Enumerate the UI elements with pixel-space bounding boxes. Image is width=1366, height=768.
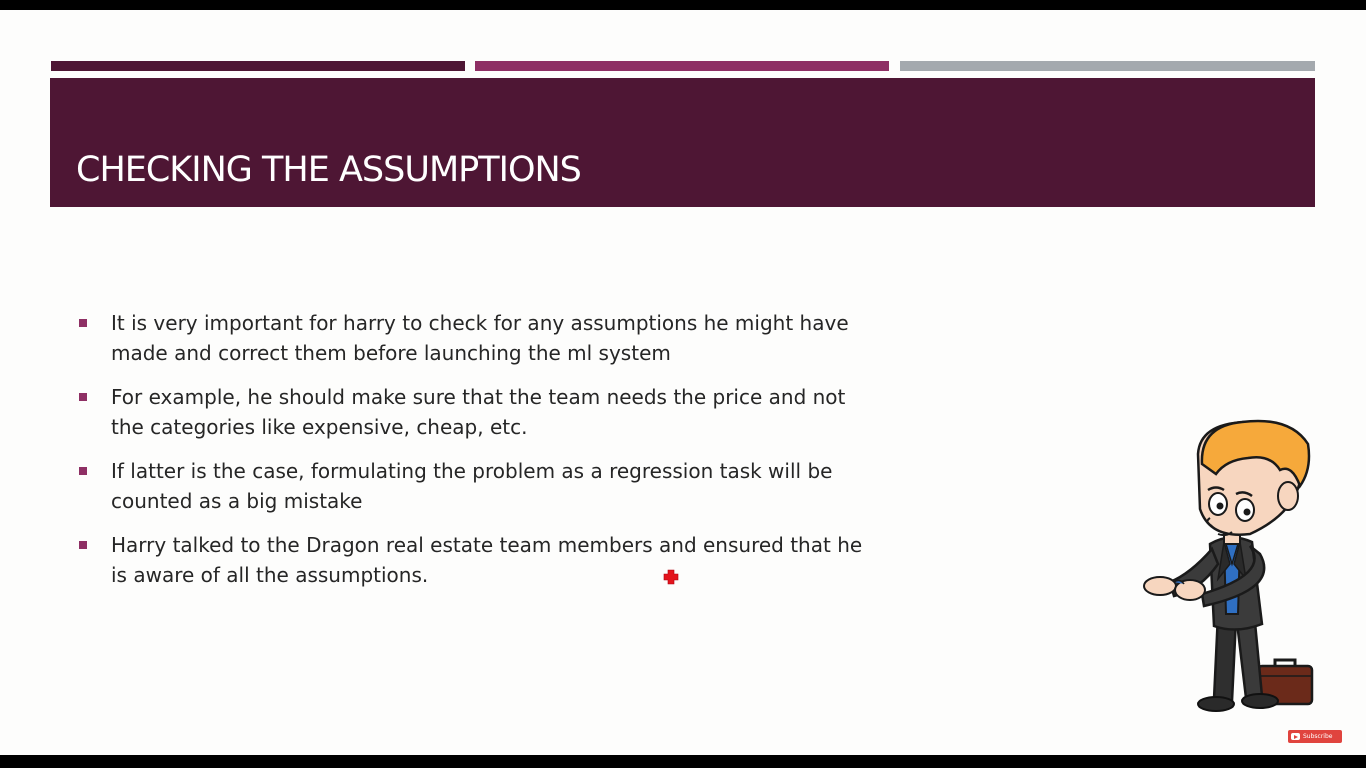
subscribe-button[interactable]: Subscribe xyxy=(1288,730,1342,743)
bullet-square-icon xyxy=(79,319,87,327)
bullet-item: For example, he should make sure that th… xyxy=(77,382,877,442)
bullet-text: For example, he should make sure that th… xyxy=(111,385,846,439)
bullet-item: If latter is the case, formulating the p… xyxy=(77,456,877,516)
bullet-item: Harry talked to the Dragon real estate t… xyxy=(77,530,877,590)
bullet-text: It is very important for harry to check … xyxy=(111,311,849,365)
bullet-square-icon xyxy=(79,393,87,401)
slide-frame: CHECKING THE ASSUMPTIONS It is very impo… xyxy=(0,10,1366,755)
title-band: CHECKING THE ASSUMPTIONS xyxy=(50,78,1315,207)
red-cross-cursor-icon xyxy=(663,569,679,585)
bullet-square-icon xyxy=(79,467,87,475)
bullet-list: It is very important for harry to check … xyxy=(77,308,877,604)
bullet-square-icon xyxy=(79,541,87,549)
bullet-text: If latter is the case, formulating the p… xyxy=(111,459,833,513)
accent-bar-dark xyxy=(51,61,465,71)
accent-bar-magenta xyxy=(475,61,889,71)
accent-bar-gray xyxy=(900,61,1315,71)
subscribe-label: Subscribe xyxy=(1303,733,1333,740)
slide-title: CHECKING THE ASSUMPTIONS xyxy=(76,150,582,190)
bullet-item: It is very important for harry to check … xyxy=(77,308,877,368)
bullet-text: Harry talked to the Dragon real estate t… xyxy=(111,533,863,587)
businessman-character-icon xyxy=(1143,419,1314,712)
youtube-icon xyxy=(1291,733,1300,740)
